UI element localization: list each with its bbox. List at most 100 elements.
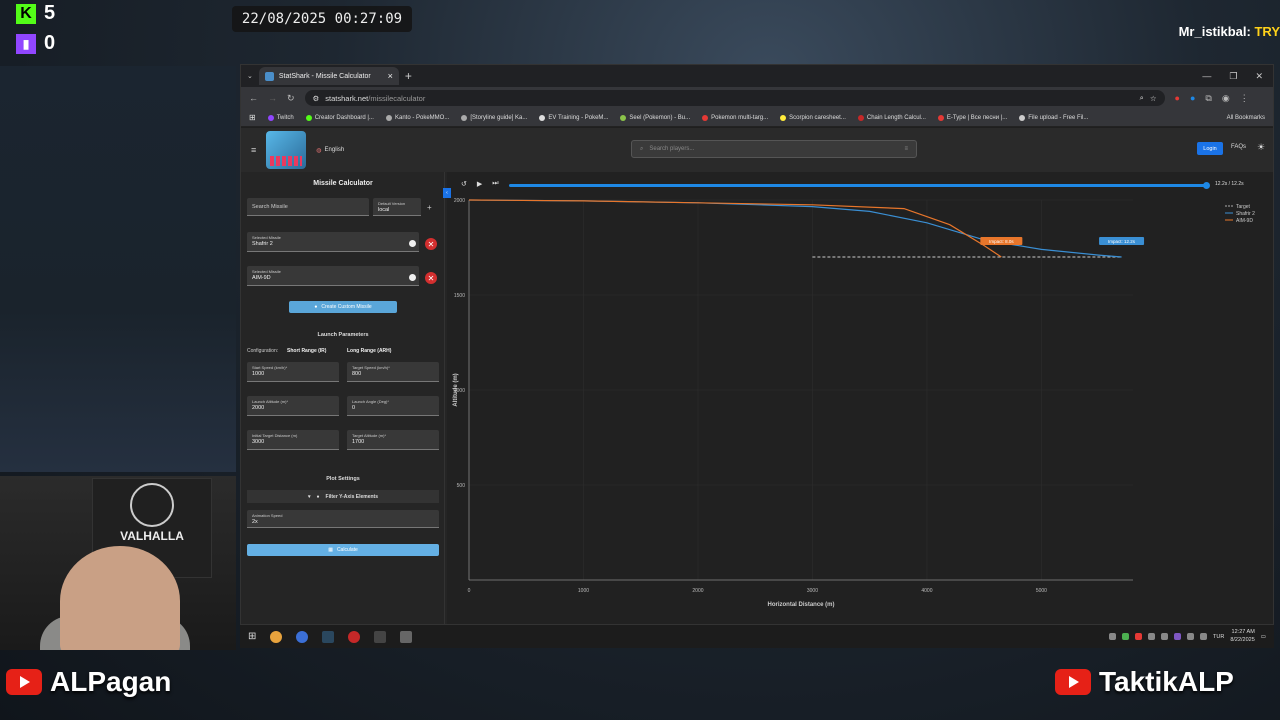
app-taskbar-icon[interactable]: [348, 630, 361, 643]
bookmark-item[interactable]: Creator Dashboard |...: [305, 114, 374, 121]
bookmark-item[interactable]: [Storyline guide] Ka...: [461, 114, 528, 121]
field-label: Selected Missile: [252, 269, 281, 274]
series-line-aim-9d: [468, 199, 1002, 258]
tray-icon[interactable]: [1135, 633, 1143, 640]
short-range-option[interactable]: Short Range (IR): [287, 348, 326, 354]
app-taskbar-icon[interactable]: [400, 630, 413, 643]
close-tab-icon[interactable]: ×: [388, 71, 393, 81]
bookmark-item[interactable]: E-Type | Все песни |...: [937, 114, 1007, 121]
bookmark-item[interactable]: Kanto - PokeMMO...: [385, 114, 449, 121]
tray-icon[interactable]: [1161, 633, 1169, 640]
taskbar-date: 8/22/2025: [1230, 636, 1255, 643]
ticker-text: TRY: [1254, 24, 1280, 39]
faqs-link[interactable]: FAQs: [1231, 144, 1246, 150]
login-button[interactable]: Login: [1197, 142, 1223, 155]
add-missile-icon[interactable]: +: [427, 203, 432, 212]
restart-icon[interactable]: ↺: [461, 180, 467, 188]
default-version-select[interactable]: Default Version local: [373, 198, 421, 216]
start-speed-input[interactable]: Start Speed (km/h)* 1000: [247, 362, 339, 382]
extensions-puzzle-icon[interactable]: ⧉: [1205, 93, 1211, 104]
target-speed-input[interactable]: Target Speed (km/h)* 800: [347, 362, 439, 382]
back-button[interactable]: ←: [249, 93, 258, 103]
tray-icon[interactable]: [1200, 633, 1208, 640]
player-search-input[interactable]: ⌕ Search players... ≡: [631, 140, 917, 158]
long-range-option[interactable]: Long Range (ARH): [347, 348, 391, 354]
legend-label: Target: [1236, 204, 1251, 210]
extension-icon[interactable]: ●: [1190, 93, 1195, 103]
tray-icon[interactable]: [1174, 633, 1182, 640]
all-bookmarks-link[interactable]: All Bookmarks: [1227, 115, 1265, 121]
epic-taskbar-icon[interactable]: [374, 630, 387, 643]
skip-end-icon[interactable]: ⏭: [492, 180, 498, 188]
initial-target-distance-input[interactable]: Initial Target Distance (m) 3000: [247, 430, 339, 450]
filter-y-axis-toggle[interactable]: ▾ ● Filter Y-Axis Elements: [247, 490, 439, 503]
x-tick-label: 4000: [921, 588, 932, 594]
site-info-icon[interactable]: ⚙: [313, 94, 320, 103]
bookmark-item[interactable]: EV Training - PokeM...: [539, 114, 608, 121]
bookmark-item[interactable]: Scorpion caresheet...: [780, 114, 846, 121]
collapse-sidebar-button[interactable]: ‹: [443, 188, 451, 198]
maximize-button[interactable]: ❐: [1229, 71, 1237, 82]
y-tick-label: 1500: [454, 293, 465, 299]
steam-taskbar-icon[interactable]: [322, 630, 335, 643]
bookmark-item[interactable]: File upload - Free Fil...: [1019, 114, 1088, 121]
chrome-taskbar-icon[interactable]: [270, 630, 283, 643]
start-windows-icon[interactable]: ⊞: [248, 631, 256, 642]
create-custom-missile-button[interactable]: ● Create Custom Missile: [289, 301, 397, 313]
target-altitude-input[interactable]: Target Altitude (m)* 1700: [347, 430, 439, 450]
calculator-icon: ▦: [328, 547, 333, 553]
profile-avatar[interactable]: ◉: [1222, 93, 1230, 104]
hamburger-menu-icon[interactable]: ≡: [251, 145, 256, 155]
chrome-menu-icon[interactable]: ⋮: [1240, 93, 1249, 104]
url-field[interactable]: ⚙ statshark.net/missilecalculator ⌕ ☆: [304, 90, 1165, 106]
bookmark-favicon-icon: [937, 114, 944, 121]
launch-altitude-input[interactable]: Launch Altitude (m)* 2000: [247, 396, 339, 416]
search-missile-input[interactable]: Search Missile: [247, 198, 369, 216]
language-selector[interactable]: ◍ English: [316, 147, 344, 154]
tray-icon[interactable]: [1109, 633, 1117, 640]
bookmark-star-icon[interactable]: ☆: [1150, 94, 1157, 103]
bookmark-item[interactable]: Twitch: [267, 114, 294, 121]
taskbar-clock[interactable]: 12:27 AM 8/22/2025: [1230, 629, 1254, 643]
bookmark-item[interactable]: Seel (Pokemon) - Bu...: [620, 114, 690, 121]
selected-missile-2[interactable]: Selected Missile AIM-9D: [247, 266, 419, 286]
reload-button[interactable]: ↻: [287, 93, 295, 104]
tray-icon[interactable]: [1122, 633, 1130, 640]
statshark-logo[interactable]: [266, 131, 307, 169]
animation-speed-select[interactable]: Animation Speed 2x: [247, 510, 439, 528]
calculate-button[interactable]: ▦ Calculate: [247, 544, 439, 556]
playback-progress-bar[interactable]: [509, 182, 1210, 189]
banner-text: VALHALLA: [120, 529, 184, 543]
launch-angle-input[interactable]: Launch Angle (Deg)* 0: [347, 396, 439, 416]
selected-missile-1[interactable]: Selected Missile Shafrir 2: [247, 232, 419, 252]
bookmark-favicon-icon: [702, 114, 709, 121]
close-window-button[interactable]: ✕: [1255, 71, 1263, 82]
theme-toggle-icon[interactable]: ☀: [1257, 142, 1265, 153]
input-language[interactable]: TUR: [1213, 634, 1224, 640]
tab-search-icon[interactable]: ⌄: [247, 72, 253, 80]
twitch-follower-stat: ▮ 0: [16, 32, 55, 55]
plot-settings-heading: Plot Settings: [326, 476, 360, 482]
filter-icon[interactable]: ≡: [904, 146, 908, 152]
app-taskbar-icon[interactable]: [296, 630, 309, 643]
new-tab-button[interactable]: +: [405, 69, 412, 83]
bookmark-item[interactable]: Chain Length Calcul...: [857, 114, 926, 121]
remove-missile-1-button[interactable]: ✕: [425, 238, 437, 250]
bookmark-item[interactable]: Pokemon multi-targ...: [702, 114, 768, 121]
tray-icon[interactable]: [1187, 633, 1195, 640]
forward-button[interactable]: →: [268, 93, 277, 103]
apps-grid-icon[interactable]: ⊞: [249, 113, 256, 122]
extension-icon[interactable]: ●: [1175, 93, 1180, 103]
color-toggle-knob[interactable]: [409, 274, 416, 281]
notifications-icon[interactable]: ▭: [1261, 634, 1266, 640]
tab-missile-calculator[interactable]: StatShark - Missile Calculator ×: [258, 67, 399, 85]
minimize-button[interactable]: —: [1202, 71, 1211, 82]
tray-icon[interactable]: [1148, 633, 1156, 640]
play-icon[interactable]: ▶: [477, 180, 482, 188]
zoom-icon[interactable]: ⌕: [1140, 93, 1144, 103]
remove-missile-2-button[interactable]: ✕: [425, 272, 437, 284]
color-toggle-knob[interactable]: [409, 240, 416, 247]
chat-ticker: Mr_istikbal: TRY: [1179, 24, 1280, 39]
bookmark-label: [Storyline guide] Ka...: [470, 114, 528, 121]
bookmark-favicon-icon: [780, 114, 787, 121]
